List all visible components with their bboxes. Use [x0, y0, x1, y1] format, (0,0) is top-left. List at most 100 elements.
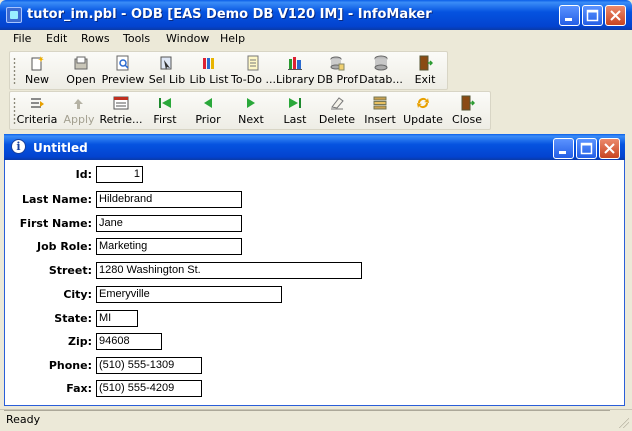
phone-field[interactable]: (510) 555-1309 [96, 357, 202, 374]
apply-label: Apply [63, 113, 95, 126]
new-button[interactable]: New [18, 52, 56, 89]
retrieve-icon [113, 96, 129, 110]
exit-button[interactable]: Exit [406, 52, 444, 89]
criteria-label: Criteria [16, 113, 58, 126]
state-label: State: [54, 312, 92, 325]
update-button[interactable]: Update [403, 92, 443, 129]
criteria-button[interactable]: Criteria [16, 92, 58, 129]
maximize-button[interactable] [582, 5, 603, 26]
close-window-button[interactable]: Close [447, 92, 487, 129]
phone-label: Phone: [48, 359, 92, 372]
menu-tools[interactable]: Tools [123, 32, 150, 45]
menu-rows[interactable]: Rows [81, 32, 110, 45]
close-button[interactable] [605, 5, 626, 26]
menu-help[interactable]: Help [220, 32, 245, 45]
street-field[interactable]: 1280 Washington St. [96, 262, 362, 279]
zip-field[interactable]: 94608 [96, 333, 162, 350]
last-name-label: Last Name: [21, 193, 92, 206]
delete-button[interactable]: Delete [317, 92, 357, 129]
update-icon [417, 98, 429, 108]
todo-button[interactable]: To-Do ... [231, 52, 276, 89]
last-button[interactable]: Last [276, 92, 314, 129]
first-icon [159, 98, 171, 108]
next-label: Next [238, 113, 264, 126]
close-icon [610, 10, 621, 21]
app-icon[interactable] [6, 7, 22, 23]
sel-lib-label: Sel Lib [148, 73, 186, 86]
library-button[interactable]: Library [276, 52, 314, 89]
last-label: Last [283, 113, 307, 126]
painter-toolbar: New Open Preview Sel Lib Lib List To-Do … [9, 51, 448, 90]
apply-button[interactable]: Apply [61, 92, 97, 129]
id-field[interactable]: 1 [96, 166, 143, 183]
preview-icon [116, 55, 129, 71]
preview-button[interactable]: Preview [101, 52, 145, 89]
todo-icon [247, 55, 259, 71]
open-label: Open [66, 73, 96, 86]
retrieve-label: Retrie... [99, 113, 143, 126]
library-list-icon [203, 58, 214, 69]
insert-label: Insert [364, 113, 396, 126]
id-label: Id: [75, 168, 92, 181]
toolbar-grip[interactable] [13, 57, 16, 85]
child-maximize-button[interactable] [576, 138, 597, 159]
database-button[interactable]: Datab... [359, 52, 403, 89]
job-role-field[interactable]: Marketing [96, 238, 242, 255]
update-label: Update [403, 113, 443, 126]
insert-icon [373, 96, 387, 110]
job-role-label: Job Role: [36, 240, 92, 253]
menu-edit[interactable]: Edit [46, 32, 67, 45]
app-title: tutor_im.pbl - ODB [EAS Demo DB V120 IM]… [27, 7, 432, 22]
prior-label: Prior [195, 113, 221, 126]
delete-icon [331, 97, 344, 110]
fax-field[interactable]: (510) 555-4209 [96, 380, 202, 397]
last-icon [289, 98, 301, 108]
db-prof-label: DB Prof [317, 73, 358, 86]
library-icon [288, 57, 302, 70]
new-label: New [25, 73, 49, 86]
select-library-icon [160, 56, 172, 70]
size-grip[interactable] [616, 415, 629, 428]
retrieve-button[interactable]: Retrie... [99, 92, 143, 129]
close-door-icon [461, 95, 475, 111]
insert-button[interactable]: Insert [360, 92, 400, 129]
menu-file[interactable]: File [13, 32, 31, 45]
preview-toolbar: Criteria Apply Retrie... First Prior Nex… [9, 91, 491, 130]
child-close-button[interactable] [599, 138, 620, 159]
menu-window[interactable]: Window [166, 32, 209, 45]
city-label: City: [63, 288, 92, 301]
menu-bar: File Edit Rows Tools Window Help [0, 30, 632, 49]
street-label: Street: [48, 264, 92, 277]
exit-label: Exit [414, 73, 436, 86]
minimize-icon [559, 151, 566, 154]
minimize-button[interactable] [559, 5, 580, 26]
last-name-field[interactable]: Hildebrand [96, 191, 242, 208]
first-name-field[interactable]: Jane [96, 215, 242, 232]
state-field[interactable]: MI [96, 310, 138, 327]
preview-label: Preview [101, 73, 145, 86]
fax-label: Fax: [66, 382, 92, 395]
close-label: Close [452, 113, 482, 126]
info-icon: i [11, 139, 26, 154]
first-label: First [153, 113, 177, 126]
zip-label: Zip: [67, 335, 92, 348]
open-button[interactable]: Open [62, 52, 100, 89]
first-name-label: First Name: [19, 217, 92, 230]
status-text: Ready [6, 413, 41, 426]
sel-lib-button[interactable]: Sel Lib [147, 52, 187, 89]
first-button[interactable]: First [146, 92, 184, 129]
library-label: Library [276, 73, 315, 86]
db-prof-button[interactable]: DB Prof [317, 52, 358, 89]
next-button[interactable]: Next [232, 92, 270, 129]
lib-list-label: Lib List [189, 73, 229, 86]
child-minimize-button[interactable] [553, 138, 574, 159]
maximize-icon [586, 9, 599, 22]
child-title-bar[interactable] [4, 134, 625, 160]
prior-button[interactable]: Prior [189, 92, 227, 129]
city-field[interactable]: Emeryville [96, 286, 282, 303]
db-profile-icon [330, 56, 345, 71]
open-icon [74, 56, 88, 70]
delete-label: Delete [318, 113, 356, 126]
lib-list-button[interactable]: Lib List [189, 52, 229, 89]
prior-icon [204, 98, 212, 108]
